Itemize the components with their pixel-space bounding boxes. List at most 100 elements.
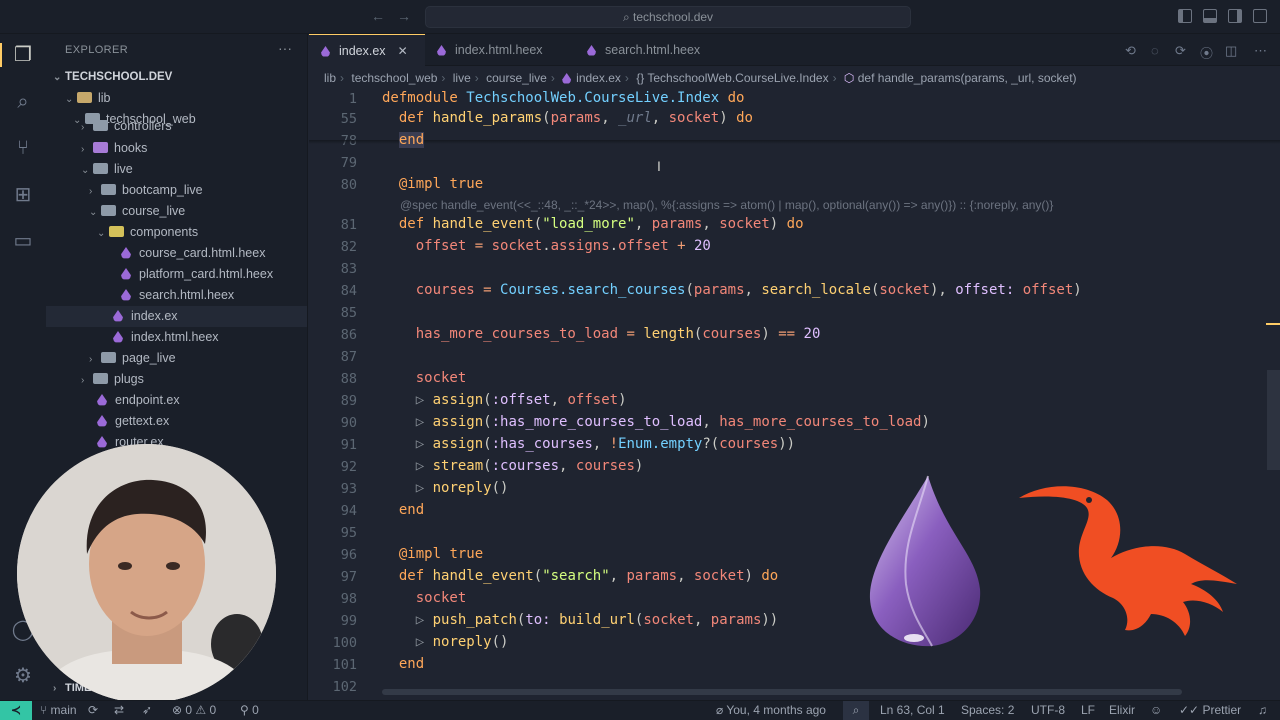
more-actions-icon[interactable]: ⋯	[1254, 43, 1267, 59]
git-blame[interactable]: ⌀ You, 4 months ago	[716, 701, 826, 720]
tree-folder-lib[interactable]: ⌄ lib	[46, 88, 307, 109]
go-forward-icon[interactable]: ⟳	[1175, 43, 1186, 59]
tree-folder-components[interactable]: ⌄ components	[46, 222, 307, 243]
tree-folder-live[interactable]: ⌄ live	[46, 159, 307, 180]
tree-file-endpoint[interactable]: endpoint.ex	[46, 390, 307, 411]
git-compare-icon[interactable]: ⦿	[1200, 43, 1213, 62]
breadcrumb-item[interactable]: techschool_web	[351, 71, 437, 85]
tab-search-html-heex[interactable]: search.html.heex	[575, 34, 730, 66]
horizontal-scrollbar[interactable]	[382, 689, 1182, 695]
code-line[interactable]: def handle_event("load_more", params, so…	[382, 216, 804, 232]
toggle-panel-icon[interactable]	[1203, 9, 1217, 23]
explorer-title: EXPLORER	[65, 44, 129, 56]
chevron-down-icon: ⌄	[53, 72, 62, 83]
code-line[interactable]: ▷ noreply()	[382, 480, 509, 496]
code-line[interactable]: def handle_params(params, _url, socket) …	[382, 110, 753, 126]
tab-index-html-heex[interactable]: index.html.heex	[425, 34, 575, 66]
sync-icon[interactable]: ⟳	[88, 701, 98, 720]
line-number: 83	[340, 261, 357, 277]
workspace-root[interactable]: ⌄ TECHSCHOOL.DEV	[46, 67, 307, 88]
chevron-right-icon: ›	[81, 144, 85, 155]
tree-folder-controllers[interactable]: › controllers	[46, 120, 307, 131]
spec-inlay-hint: @spec handle_event(<<_::48, _::_*24>>, m…	[400, 198, 1054, 212]
arrow-right-icon[interactable]: →	[397, 8, 411, 24]
code-line[interactable]: ▷ noreply()	[382, 634, 509, 650]
encoding[interactable]: UTF-8	[1031, 701, 1065, 720]
breadcrumb-item[interactable]: lib	[324, 71, 336, 85]
indentation[interactable]: Spaces: 2	[961, 701, 1014, 720]
code-line[interactable]: end	[382, 502, 424, 518]
code-line[interactable]: ▷ stream(:courses, courses)	[382, 458, 644, 474]
code-line[interactable]: defmodule TechschoolWeb.CourseLive.Index…	[382, 90, 744, 106]
code-line[interactable]: ▷ assign(:offset, offset)	[382, 392, 627, 408]
code-line[interactable]: socket	[382, 590, 467, 606]
branch-indicator[interactable]: ⑂ main	[40, 701, 77, 720]
language-mode[interactable]: Elixir	[1109, 701, 1135, 720]
elixir-file-icon	[113, 331, 123, 343]
code-line[interactable]: @impl true	[382, 176, 483, 192]
tree-file-gettext[interactable]: gettext.ex	[46, 411, 307, 432]
more-actions-icon[interactable]: ···	[278, 40, 292, 56]
code-line[interactable]: ▷ assign(:has_more_courses_to_load, has_…	[382, 414, 930, 430]
toggle-secondary-sidebar-icon[interactable]	[1228, 9, 1242, 23]
files-icon[interactable]: ❐	[0, 43, 44, 67]
end-of-line[interactable]: LF	[1081, 701, 1095, 720]
breadcrumb-item[interactable]: live	[453, 71, 471, 85]
code-line[interactable]: has_more_courses_to_load = length(course…	[382, 326, 821, 342]
source-control-icon[interactable]: ⑂	[11, 136, 35, 160]
code-line[interactable]: ▷ assign(:has_courses, !Enum.empty?(cour…	[382, 436, 795, 452]
remote-indicator-icon[interactable]: ≺	[0, 701, 32, 720]
breadcrumb-item[interactable]: course_live	[486, 71, 547, 85]
code-line[interactable]: socket	[382, 370, 467, 386]
search-icon[interactable]: ⌕	[11, 90, 35, 114]
code-line[interactable]: end	[382, 132, 425, 148]
zoom-icon[interactable]: ⌕	[843, 701, 869, 720]
extensions-icon[interactable]: ⊞	[11, 183, 35, 207]
breadcrumb-item[interactable]: def handle_params(params, _url, socket)	[858, 71, 1077, 85]
chevron-down-icon: ⌄	[81, 165, 90, 176]
arrow-left-icon[interactable]: ←	[371, 8, 385, 24]
tree-folder-hooks[interactable]: › hooks	[46, 138, 307, 159]
folder-icon	[93, 142, 108, 153]
line-number: 95	[340, 525, 357, 541]
tree-file-search[interactable]: search.html.heex	[46, 285, 307, 306]
settings-gear-icon[interactable]: ⚙	[11, 664, 35, 688]
tree-folder-plugs[interactable]: › plugs	[46, 369, 307, 390]
tab-index-ex[interactable]: index.ex ✕	[309, 34, 425, 66]
tree-file-platform-card[interactable]: platform_card.html.heex	[46, 264, 307, 285]
tree-folder-bootcamp-live[interactable]: › bootcamp_live	[46, 180, 307, 201]
live-share-icon[interactable]: ⇄	[114, 701, 124, 720]
line-number: 84	[340, 283, 357, 299]
vertical-scrollbar[interactable]	[1267, 370, 1280, 470]
code-line[interactable]: offset = socket.assigns.offset + 20	[382, 238, 711, 254]
tree-folder-course-live[interactable]: ⌄ course_live	[46, 201, 307, 222]
code-line[interactable]: ▷ push_patch(to: build_url(socket, param…	[382, 612, 779, 628]
cursor-position[interactable]: Ln 63, Col 1	[880, 701, 945, 720]
code-line[interactable]: def handle_event("search", params, socke…	[382, 568, 778, 584]
remote-explorer-icon[interactable]: ▭	[11, 229, 35, 253]
code-line[interactable]: courses = Courses.search_courses(params,…	[382, 282, 1082, 298]
notifications-bell-icon[interactable]: ♫	[1258, 701, 1267, 720]
tree-file-course-card[interactable]: course_card.html.heex	[46, 243, 307, 264]
timeline-icon[interactable]: ◌	[1151, 43, 1159, 58]
problems-indicator[interactable]: ⊗ 0 ⚠ 0	[172, 701, 216, 720]
command-center-search[interactable]: ⌕ techschool.dev	[425, 6, 911, 28]
tree-folder-page-live[interactable]: › page_live	[46, 348, 307, 369]
toggle-primary-sidebar-icon[interactable]	[1178, 9, 1192, 23]
customize-layout-icon[interactable]	[1253, 9, 1267, 23]
code-line[interactable]: end	[382, 656, 424, 672]
tree-file-index-html[interactable]: index.html.heex	[46, 327, 307, 348]
ports-indicator[interactable]: ⚲ 0	[240, 701, 259, 720]
split-editor-icon[interactable]: ◫	[1225, 43, 1237, 59]
breadcrumb-item[interactable]: index.ex	[576, 71, 621, 85]
code-line[interactable]: @impl true	[382, 546, 483, 562]
line-number: 55	[340, 111, 357, 127]
breadcrumb-item[interactable]: {} TechschoolWeb.CourseLive.Index	[636, 71, 828, 85]
close-icon[interactable]: ✕	[398, 44, 408, 58]
go-back-icon[interactable]: ⟲	[1125, 43, 1136, 59]
line-number: 86	[340, 327, 357, 343]
tree-file-index-ex[interactable]: index.ex	[46, 306, 307, 327]
rocket-icon[interactable]: ➶	[142, 701, 152, 720]
copilot-icon[interactable]: ☺	[1150, 701, 1162, 720]
prettier-status[interactable]: ✓✓ Prettier	[1179, 701, 1241, 720]
